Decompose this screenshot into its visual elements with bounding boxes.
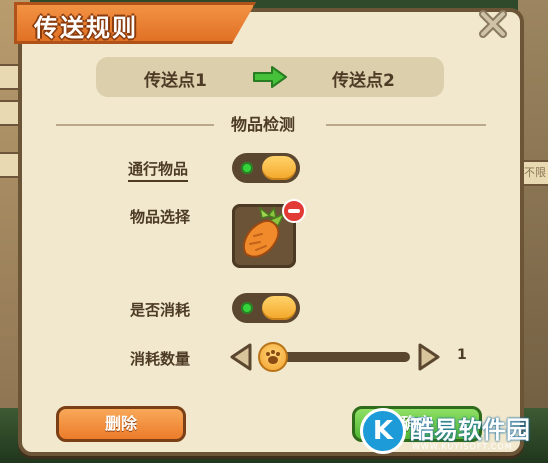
quantity-label: 消耗数量	[130, 350, 191, 368]
section-divider	[326, 124, 486, 126]
watermark-logo: K	[360, 408, 406, 454]
section-divider	[56, 124, 214, 126]
toggle-knob	[262, 156, 296, 180]
close-button[interactable]	[474, 7, 512, 41]
route-from-label: 传送点1	[144, 71, 207, 91]
increase-arrow-icon[interactable]	[418, 343, 440, 371]
quantity-value: 1	[457, 347, 467, 363]
decrease-arrow-icon[interactable]	[230, 343, 252, 371]
close-icon	[479, 10, 507, 38]
toggle-on-indicator	[241, 302, 253, 314]
delete-button[interactable]: 删除	[56, 406, 186, 442]
toggle-on-indicator	[241, 162, 253, 174]
pass-item-toggle[interactable]	[232, 153, 300, 183]
pass-item-label: 通行物品	[128, 158, 189, 182]
quantity-slider-track[interactable]	[270, 352, 410, 362]
section-title: 物品检测	[231, 115, 296, 134]
quantity-slider-thumb[interactable]	[258, 342, 288, 372]
toggle-knob	[262, 296, 296, 320]
consume-toggle[interactable]	[232, 293, 300, 323]
route-to-label: 传送点2	[332, 71, 395, 91]
paw-icon	[266, 350, 280, 364]
arrow-right-icon	[253, 66, 287, 88]
dialog-title: 传送规则	[34, 14, 138, 42]
item-select-label: 物品选择	[130, 208, 191, 226]
remove-item-icon[interactable]	[282, 199, 306, 223]
consume-label: 是否消耗	[130, 301, 191, 319]
watermark-url: WWW.KUYISOFT.COM	[412, 442, 513, 451]
watermark-text: 酷易软件园	[410, 416, 530, 444]
